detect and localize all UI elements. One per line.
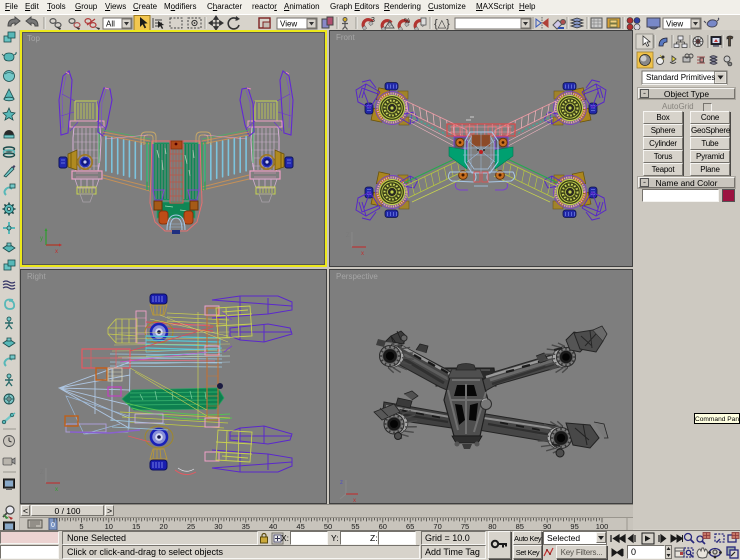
svg-text:Z: Z — [40, 470, 44, 476]
svg-text:x: x — [55, 487, 58, 493]
svg-text:Standard Primitives: Standard Primitives — [646, 73, 715, 82]
svg-text:x: x — [55, 249, 58, 255]
svg-text:x: x — [361, 251, 364, 257]
svg-text:0: 0 — [51, 522, 55, 529]
svg-text:x: x — [353, 498, 356, 503]
svg-text:Z: Z — [346, 233, 350, 239]
svg-text:{△}: {△} — [434, 18, 450, 30]
svg-text:%: % — [404, 18, 410, 25]
svg-text:View: View — [666, 20, 683, 29]
svg-text:3: 3 — [371, 17, 375, 24]
svg-text:y: y — [40, 236, 43, 242]
svg-text:z: z — [340, 480, 343, 486]
svg-text:All: All — [106, 20, 115, 29]
svg-text:View: View — [280, 20, 297, 29]
